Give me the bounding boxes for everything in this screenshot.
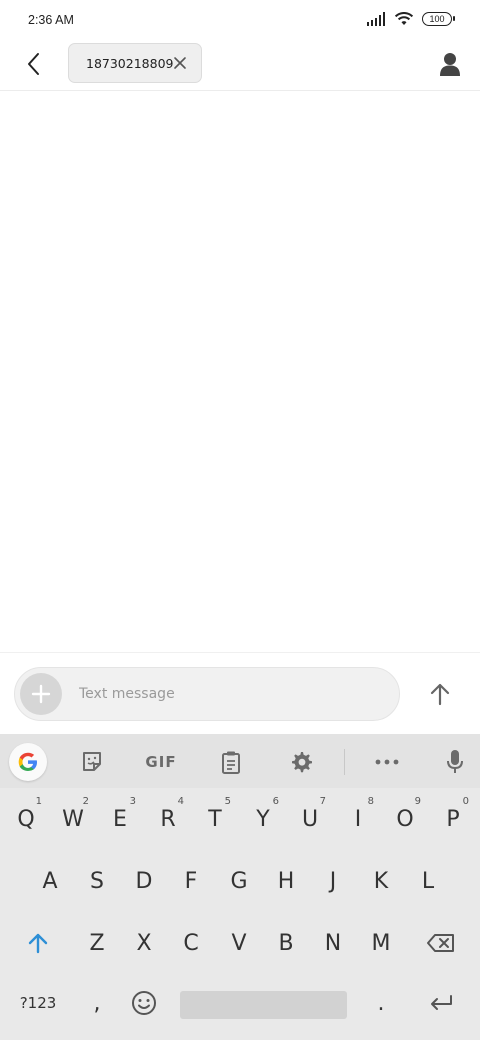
more-button[interactable] [368,743,406,781]
key-label: P [446,806,460,832]
recipient-number: 18730218809 [86,55,174,71]
key-c[interactable]: C [169,918,213,968]
key-label: R [160,806,176,832]
key-i[interactable]: I8 [336,794,380,844]
key-hint: 3 [129,796,136,807]
send-button[interactable] [420,674,460,714]
key-hint: 2 [82,796,89,807]
key-w[interactable]: W2 [51,794,95,844]
plus-icon [31,684,51,704]
key-t[interactable]: T5 [193,794,237,844]
message-input[interactable] [79,676,379,712]
mic-icon [447,750,463,773]
key-z[interactable]: Z [75,918,119,968]
keyboard: G I F Q 1 W 2 E 3 R 4 T 5 Y 6 U 7 I 8 O 9 … [0,734,480,1040]
key-r[interactable]: R4 [146,794,190,844]
key-a[interactable]: A [28,856,72,906]
key-label: T [208,806,222,832]
key-hint: 0 [462,796,469,807]
key-hint: 1 [35,796,42,807]
status-icons: 100 [366,12,455,26]
message-list [0,92,480,652]
contact-button[interactable] [434,48,466,80]
key-label: Q [17,806,35,832]
keyboard-toolbar: GIF [0,734,480,788]
key-label: U [301,806,319,832]
shift-key[interactable] [16,918,60,968]
key-label: Y [256,806,270,832]
voice-input-button[interactable] [436,743,474,781]
google-button[interactable] [9,743,47,781]
google-g-icon [18,752,37,771]
key-l[interactable]: L [406,856,450,906]
comma-key[interactable]: , [75,978,119,1028]
key-f[interactable]: F [169,856,213,906]
period-key[interactable]: . [359,978,403,1028]
key-label: O [396,806,414,832]
person-icon [440,53,460,76]
key-s[interactable]: S [75,856,119,906]
key-p[interactable]: P0 [431,794,475,844]
key-q[interactable]: Q1 [4,794,48,844]
key-n[interactable]: N [311,918,355,968]
close-icon[interactable] [173,56,187,70]
key-d[interactable]: D [122,856,166,906]
key-j[interactable]: J [311,856,355,906]
key-label: E [113,806,127,832]
emoji-icon [132,991,156,1015]
emoji-key[interactable] [122,978,166,1028]
battery-level: 100 [429,14,445,24]
conversation-header: 18730218809 [0,42,480,91]
gif-button[interactable]: GIF [140,743,182,781]
gear-icon [292,752,312,773]
back-button[interactable] [18,48,50,80]
compose-bar [14,667,400,721]
key-m[interactable]: M [359,918,403,968]
key-u[interactable]: U7 [288,794,332,844]
status-bar: 2:36 AM 100 [0,0,480,42]
enter-key[interactable] [419,978,463,1028]
key-h[interactable]: H [264,856,308,906]
enter-icon [431,995,452,1010]
more-dots-icon [375,759,399,765]
key-b[interactable]: B [264,918,308,968]
clipboard-button[interactable] [212,743,250,781]
status-time: 2:36 AM [28,13,74,27]
clipboard-icon [222,751,240,774]
toolbar-divider [344,749,345,775]
add-attachment-button[interactable] [20,673,62,715]
key-v[interactable]: V [217,918,261,968]
space-key[interactable] [180,991,347,1019]
key-hint: 7 [319,796,326,807]
key-k[interactable]: K [359,856,403,906]
wifi-icon [394,12,414,25]
key-label: I [354,806,362,832]
shift-arrow-icon [28,933,48,954]
settings-button[interactable] [282,743,320,781]
key-y[interactable]: Y6 [241,794,285,844]
gif-label: GIF [145,753,177,771]
key-hint: 6 [272,796,279,807]
sticker-button[interactable] [73,743,111,781]
symbols-key[interactable]: ?123 [16,978,60,1028]
backspace-key[interactable] [419,918,463,968]
key-hint: 5 [224,796,231,807]
arrow-up-icon [430,683,450,706]
sticker-icon [83,752,101,771]
key-label: W [62,806,84,832]
compose-divider [0,652,480,653]
key-hint: 9 [414,796,421,807]
key-g[interactable]: G [217,856,261,906]
signal-icon [367,12,385,26]
backspace-icon [427,934,454,952]
back-arrow-icon [28,53,39,75]
key-hint: 4 [177,796,184,807]
key-hint: 8 [367,796,374,807]
key-o[interactable]: O9 [383,794,427,844]
battery-icon: 100 [422,12,455,26]
recipient-chip[interactable]: 18730218809 [68,43,202,83]
key-x[interactable]: X [122,918,166,968]
key-e[interactable]: E3 [98,794,142,844]
